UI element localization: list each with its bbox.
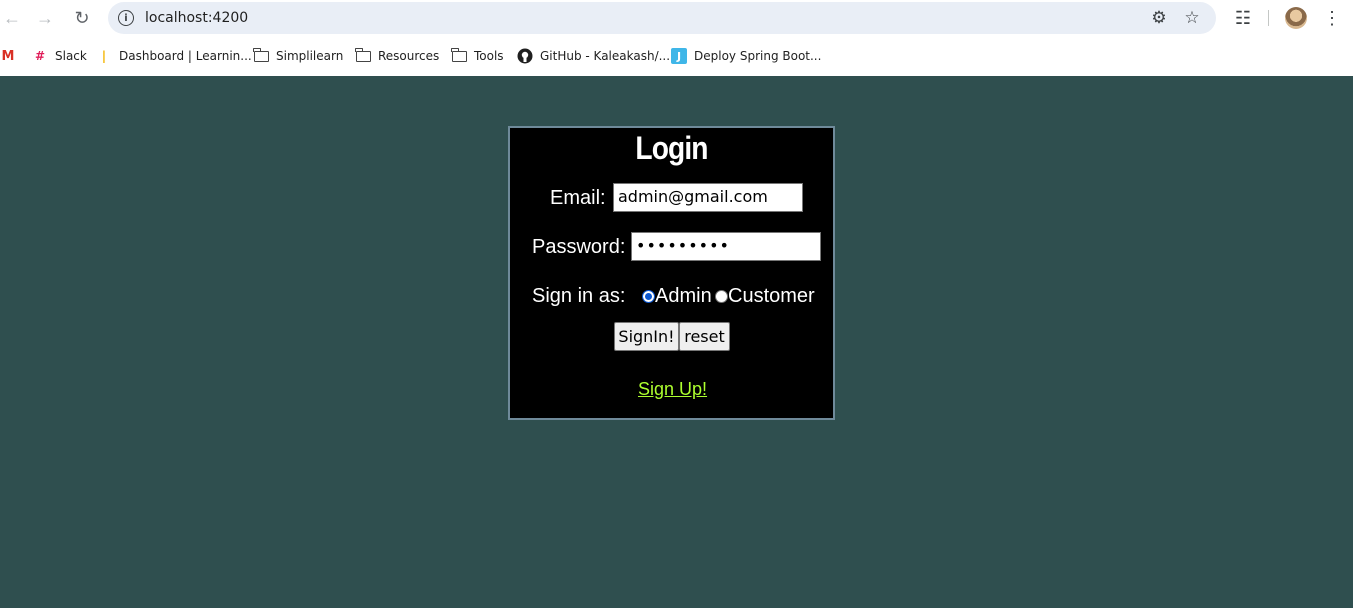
github-icon: [517, 48, 533, 64]
folder-icon: [451, 47, 467, 64]
bookmark-label: GitHub - Kaleakash/...: [540, 49, 671, 63]
profile-avatar[interactable]: [1285, 7, 1307, 29]
bookmarks-bar: M # Slack | Dashboard | Learnin... Simpl…: [0, 36, 1353, 76]
browser-toolbar: ← → ↻ i localhost:4200 ⚙ ☆ ☷ ⋮: [0, 0, 1353, 36]
bookmark-label: Resources: [378, 49, 440, 63]
bookmark-github[interactable]: GitHub - Kaleakash/...: [517, 47, 670, 65]
login-title: Login: [635, 130, 708, 166]
forward-arrow-icon[interactable]: →: [33, 6, 57, 30]
bookmark-label: Deploy Spring Boot...: [694, 49, 822, 63]
admin-radio-label[interactable]: Admin: [655, 285, 712, 308]
bookmark-resources[interactable]: Resources: [355, 47, 439, 65]
email-field[interactable]: admin@gmail.com: [613, 183, 803, 212]
password-key-icon[interactable]: ⚙: [1148, 7, 1170, 29]
customer-radio-label[interactable]: Customer: [728, 285, 815, 308]
admin-radio[interactable]: [642, 290, 655, 303]
bookmark-simplilearn[interactable]: Simplilearn: [253, 47, 343, 65]
dashboard-icon: |: [101, 49, 107, 63]
folder-icon: [355, 47, 371, 64]
bookmark-deploy[interactable]: J Deploy Spring Boot...: [671, 47, 821, 65]
toolbar-divider: [1268, 10, 1269, 26]
bookmark-label: Tools: [474, 49, 504, 63]
address-bar[interactable]: i localhost:4200 ⚙ ☆: [108, 2, 1216, 34]
bookmark-label: Simplilearn: [276, 49, 344, 63]
email-label: Email:: [550, 187, 606, 209]
signin-button[interactable]: SignIn!: [614, 322, 679, 351]
password-label: Password:: [532, 236, 626, 258]
bookmark-tools[interactable]: Tools: [451, 47, 504, 65]
customer-radio[interactable]: [715, 290, 728, 303]
bookmark-slack[interactable]: # Slack: [32, 47, 87, 65]
bookmark-star-icon[interactable]: ☆: [1181, 7, 1203, 29]
reload-icon[interactable]: ↻: [70, 6, 94, 30]
role-label: Sign in as:: [532, 285, 626, 307]
password-field[interactable]: •••••••••: [631, 232, 821, 261]
login-card: Login Email: admin@gmail.com Password: •…: [508, 126, 835, 420]
folder-icon: [253, 47, 269, 64]
site-info-icon[interactable]: i: [118, 10, 134, 26]
gmail-icon: M: [1, 48, 15, 64]
slack-icon: #: [34, 49, 46, 63]
signup-link[interactable]: Sign Up!: [638, 379, 707, 400]
url-text[interactable]: localhost:4200: [145, 10, 248, 26]
bookmark-label: Slack: [55, 49, 87, 63]
bookmark-label: Dashboard | Learnin...: [119, 49, 252, 63]
reset-button[interactable]: reset: [679, 322, 730, 351]
bookmark-dashboard[interactable]: | Dashboard | Learnin...: [96, 47, 252, 65]
jira-icon: J: [671, 48, 687, 64]
back-arrow-icon[interactable]: ←: [0, 6, 24, 30]
menu-kebab-icon[interactable]: ⋮: [1320, 6, 1344, 30]
bookmark-gmail[interactable]: M: [0, 47, 23, 65]
extensions-icon[interactable]: ☷: [1231, 6, 1255, 30]
